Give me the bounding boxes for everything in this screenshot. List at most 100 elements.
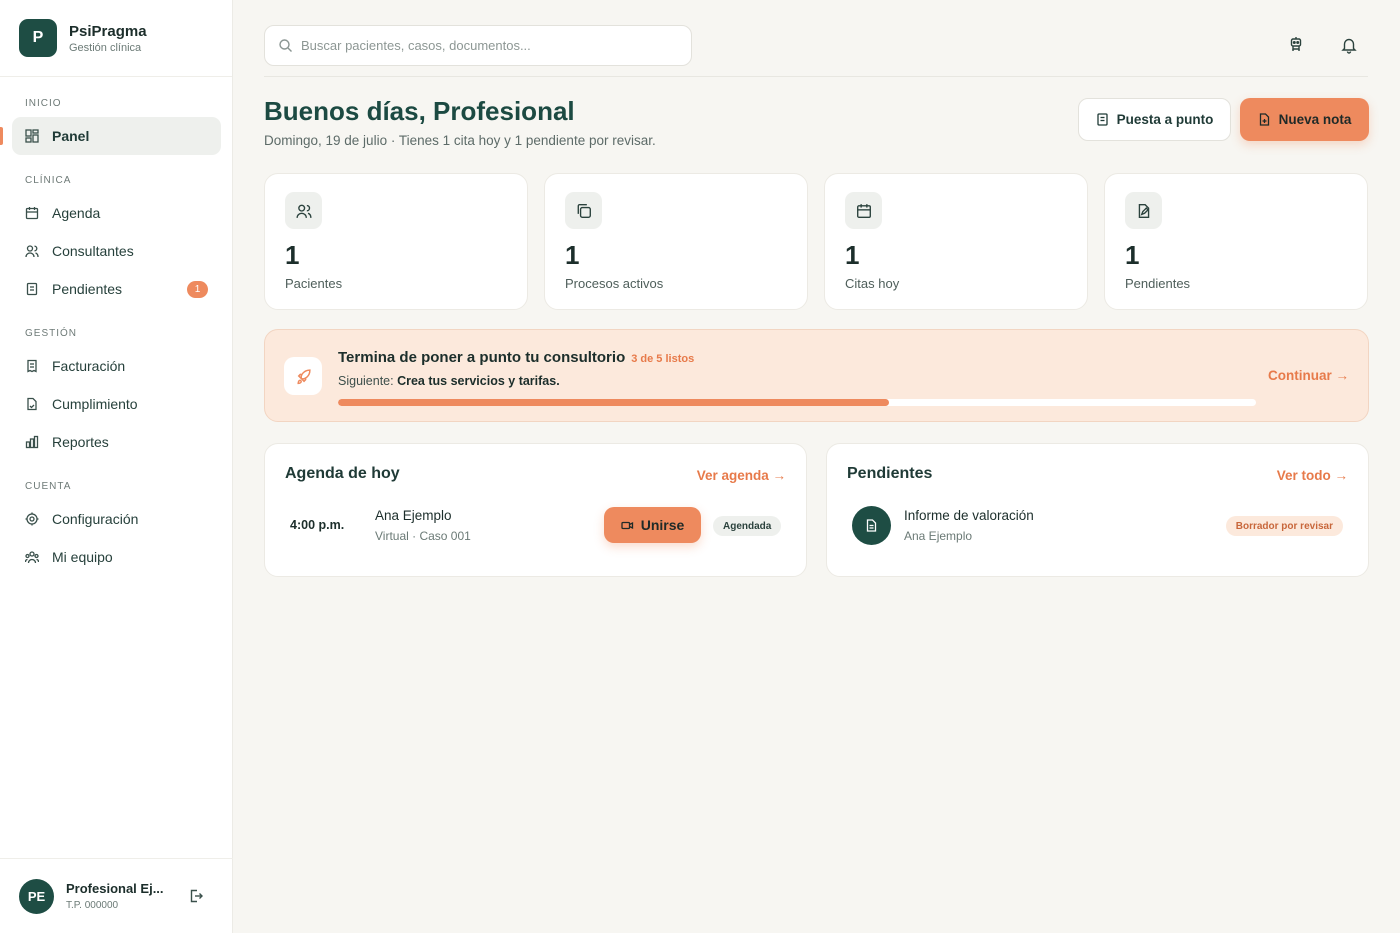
sidebar-item-cumplimiento[interactable]: Cumplimiento xyxy=(12,385,221,423)
brand[interactable]: P PsiPragma Gestión clínica xyxy=(0,0,232,77)
sidebar-item-label: Facturación xyxy=(52,358,126,374)
page-subtitle: Domingo, 19 de julio · Tienes 1 cita hoy… xyxy=(264,133,656,148)
assistant-icon[interactable] xyxy=(1287,36,1305,54)
pending-panel: Pendientes Ver todo → Informe de valorac… xyxy=(826,443,1369,577)
users-icon xyxy=(25,244,39,258)
nav-section-inicio: Inicio xyxy=(25,98,62,109)
search-icon xyxy=(278,38,293,53)
stat-label: Pacientes xyxy=(285,276,343,291)
brand-name: PsiPragma xyxy=(69,22,147,40)
setup-progress-fill xyxy=(338,399,889,406)
stat-card-procesos[interactable]: 1 Procesos activos xyxy=(544,173,808,310)
stat-value: 1 xyxy=(845,240,860,270)
sidebar-item-label: Configuración xyxy=(52,511,139,527)
pending-item-patient: Ana Ejemplo xyxy=(904,529,973,543)
appointment-patient[interactable]: Ana Ejemplo xyxy=(375,508,452,523)
setup-title-text: Termina de poner a punto tu consultorio xyxy=(338,349,626,366)
page-title: Buenos días, Profesional xyxy=(264,96,575,126)
new-note-button[interactable]: Nueva nota xyxy=(1240,98,1369,141)
header-divider xyxy=(264,76,1368,77)
stat-value: 1 xyxy=(1125,240,1140,270)
bell-icon[interactable] xyxy=(1340,36,1358,54)
sidebar-item-consultantes[interactable]: Consultantes xyxy=(12,232,221,270)
setup-progress-bar xyxy=(338,399,1256,406)
rocket-icon xyxy=(284,357,322,395)
status-badge: Borrador por revisar xyxy=(1225,516,1343,536)
stat-label: Citas hoy xyxy=(845,276,900,291)
sidebar-item-mi-equipo[interactable]: Mi equipo xyxy=(12,538,221,576)
sidebar-item-label: Panel xyxy=(52,128,90,144)
bar-chart-icon xyxy=(25,435,39,449)
sidebar-item-pendientes[interactable]: Pendientes 1 xyxy=(12,270,221,308)
users-icon xyxy=(285,192,322,229)
brand-subtitle: Gestión clínica xyxy=(69,41,142,54)
stat-value: 1 xyxy=(565,240,580,270)
sidebar-item-label: Pendientes xyxy=(52,281,123,297)
status-badge: Agendada xyxy=(713,516,782,536)
user-name: Profesional Ej... xyxy=(66,881,164,896)
sidebar-item-reportes[interactable]: Reportes xyxy=(12,423,221,461)
nav-section-clinica: Clínica xyxy=(25,175,72,186)
setup-title: Termina de poner a punto tu consultorio 3… xyxy=(338,349,694,366)
nav-section-cuenta: Cuenta xyxy=(25,481,72,492)
setup-progress-count: 3 de 5 listos xyxy=(631,353,695,365)
view-all-link[interactable]: Ver todo → xyxy=(1277,468,1348,483)
calendar-icon xyxy=(845,192,882,229)
video-icon xyxy=(621,519,634,532)
sidebar-item-label: Reportes xyxy=(52,434,109,450)
sidebar-item-agenda[interactable]: Agenda xyxy=(12,194,221,232)
join-button[interactable]: Unirse xyxy=(604,507,701,543)
new-note-icon xyxy=(1258,113,1271,126)
file-check-icon xyxy=(25,397,39,411)
sidebar-item-label: Consultantes xyxy=(52,243,134,259)
clipboard-icon xyxy=(25,282,39,296)
nav-section-gestion: Gestión xyxy=(25,328,78,339)
stat-card-pacientes[interactable]: 1 Pacientes xyxy=(264,173,528,310)
sidebar: P PsiPragma Gestión clínica Inicio Panel… xyxy=(0,0,233,933)
sidebar-item-panel[interactable]: Panel xyxy=(0,117,221,155)
receipt-icon xyxy=(25,359,39,373)
setup-next-prefix: Siguiente: xyxy=(338,374,394,388)
sidebar-item-label: Agenda xyxy=(52,205,101,221)
continue-link[interactable]: Continuar → xyxy=(1268,368,1349,383)
search-bar[interactable] xyxy=(264,25,692,66)
stat-card-citas[interactable]: 1 Citas hoy xyxy=(824,173,1088,310)
setup-banner: Termina de poner a punto tu consultorio 3… xyxy=(264,329,1369,422)
pending-item-title[interactable]: Informe de valoración xyxy=(904,508,1034,523)
setup-next-step-text: Crea tus servicios y tarifas. xyxy=(397,374,560,388)
sidebar-item-configuracion[interactable]: Configuración xyxy=(12,500,221,538)
setup-button-label: Puesta a punto xyxy=(1116,112,1214,127)
join-button-label: Unirse xyxy=(640,517,685,533)
team-icon xyxy=(25,550,39,564)
view-agenda-link[interactable]: Ver agenda → xyxy=(697,468,786,483)
gear-icon xyxy=(25,512,39,526)
checklist-icon xyxy=(1096,113,1109,126)
dashboard-icon xyxy=(25,129,39,143)
file-edit-icon xyxy=(1125,192,1162,229)
setup-button[interactable]: Puesta a punto xyxy=(1078,98,1231,141)
sidebar-item-facturacion[interactable]: Facturación xyxy=(12,347,221,385)
stat-label: Pendientes xyxy=(1125,276,1191,291)
search-input[interactable] xyxy=(301,38,681,53)
brand-logo: P xyxy=(19,19,57,57)
avatar: PE xyxy=(19,878,54,914)
stat-label: Procesos activos xyxy=(565,276,664,291)
stat-card-pendientes[interactable]: 1 Pendientes xyxy=(1104,173,1368,310)
appointment-detail: Virtual · Caso 001 xyxy=(375,529,471,543)
stat-value: 1 xyxy=(285,240,300,270)
appointment-time: 4:00 p.m. xyxy=(290,518,345,532)
agenda-panel: Agenda de hoy Ver agenda → 4:00 p.m. Ana… xyxy=(264,443,807,577)
document-icon xyxy=(852,506,891,545)
logout-icon[interactable] xyxy=(188,888,204,904)
user-profile[interactable]: PE Profesional Ej... T.P. 000000 xyxy=(0,858,233,933)
setup-next-step: Siguiente: Crea tus servicios y tarifas. xyxy=(338,374,560,388)
new-note-button-label: Nueva nota xyxy=(1278,112,1352,127)
pending-count-badge: 1 xyxy=(187,281,208,298)
sidebar-item-label: Mi equipo xyxy=(52,549,113,565)
sidebar-item-label: Cumplimiento xyxy=(52,396,138,412)
agenda-title: Agenda de hoy xyxy=(285,465,400,482)
copy-icon xyxy=(565,192,602,229)
pending-title: Pendientes xyxy=(847,465,933,482)
user-license: T.P. 000000 xyxy=(66,900,119,911)
calendar-icon xyxy=(25,206,39,220)
